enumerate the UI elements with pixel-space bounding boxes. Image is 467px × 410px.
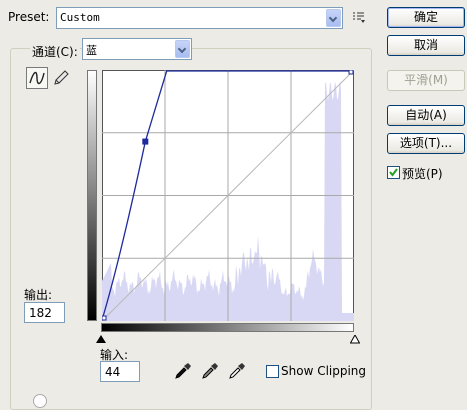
channel-label: 通道(C): — [30, 43, 80, 60]
output-gradient-bar — [87, 70, 97, 321]
show-clipping-checkbox[interactable] — [266, 365, 279, 378]
channel-value: 蓝 — [86, 44, 97, 57]
smooth-button[interactable]: 平滑(M) — [387, 70, 465, 91]
curve-tool-icon[interactable] — [26, 67, 48, 89]
input-gradient-bar — [101, 323, 354, 332]
preview-label: 预览(P) — [402, 167, 443, 181]
ok-button[interactable]: 确定 — [387, 7, 465, 28]
black-point-slider[interactable] — [96, 333, 106, 343]
preview-checkbox[interactable] — [387, 166, 400, 179]
white-point-slider[interactable] — [349, 333, 361, 344]
input-field[interactable]: 44 — [100, 361, 140, 382]
auto-button[interactable]: 自动(A) — [387, 105, 465, 126]
channel-select[interactable]: 蓝 — [82, 38, 192, 60]
show-clipping-label: Show Clipping — [281, 364, 367, 378]
chevron-down-icon — [326, 9, 341, 27]
white-eyedropper-icon[interactable] — [228, 362, 246, 380]
preset-value: Custom — [60, 11, 100, 24]
curve-graph[interactable] — [102, 70, 354, 321]
chevron-down-icon — [175, 40, 190, 58]
black-eyedropper-icon[interactable] — [174, 362, 192, 380]
gray-eyedropper-icon[interactable] — [201, 362, 219, 380]
preset-menu-icon[interactable] — [352, 10, 366, 24]
output-label: 输出: — [24, 288, 53, 302]
output-field[interactable]: 182 — [24, 302, 65, 323]
cancel-button[interactable]: 取消 — [387, 35, 465, 56]
radio-partial[interactable] — [33, 394, 47, 408]
pencil-icon[interactable] — [51, 68, 71, 88]
preset-select[interactable]: Custom — [56, 7, 343, 29]
preset-label: Preset: — [8, 10, 50, 24]
curve-endpoint — [348, 70, 354, 75]
curve-endpoint — [102, 315, 107, 321]
checkmark-icon — [389, 168, 398, 177]
curve-control-point — [142, 138, 149, 145]
options-button[interactable]: 选项(T)... — [387, 133, 465, 154]
